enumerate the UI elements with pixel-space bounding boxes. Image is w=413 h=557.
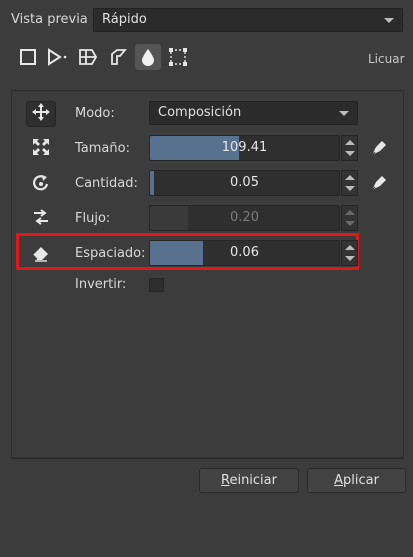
spacing-slider[interactable]: 0.06 <box>149 240 340 266</box>
size-spinner[interactable] <box>341 135 358 161</box>
size-label: Tamaño: <box>75 141 130 156</box>
flow-label: Flujo: <box>75 211 111 226</box>
rotate-icon <box>31 173 51 197</box>
chevron-down-icon <box>339 111 349 116</box>
amount-pressure-pen-icon[interactable] <box>368 171 390 193</box>
warp-transform-icon[interactable] <box>75 44 101 70</box>
spin-down-icon[interactable] <box>345 151 355 156</box>
offset-arrows-icon <box>31 207 51 231</box>
flow-slider: 0.20 <box>149 205 340 231</box>
amount-spinner[interactable] <box>341 170 358 196</box>
preview-mode-value: Rápido <box>102 12 147 27</box>
perspective-transform-icon[interactable] <box>105 44 131 70</box>
spin-up-icon[interactable] <box>345 175 355 180</box>
mode-value: Composición <box>158 105 242 120</box>
mesh-transform-icon[interactable] <box>165 44 191 70</box>
liquify-drop-icon[interactable] <box>135 44 161 70</box>
spin-up-icon[interactable] <box>345 245 355 250</box>
expand-arrows-icon <box>31 137 51 161</box>
cage-transform-icon[interactable] <box>44 44 70 70</box>
square-transform-icon[interactable] <box>15 44 41 70</box>
reset-button[interactable]: Reiniciar <box>199 468 299 493</box>
flow-spinner <box>341 205 358 231</box>
spin-down-icon <box>345 221 355 226</box>
preview-label: Vista previa <box>11 12 88 27</box>
flow-value: 0.20 <box>230 210 259 225</box>
spin-down-icon[interactable] <box>345 186 355 191</box>
size-slider[interactable]: 109.41 <box>149 135 340 161</box>
size-value: 109.41 <box>221 140 268 155</box>
invert-checkbox[interactable] <box>149 278 164 292</box>
spin-down-icon[interactable] <box>345 256 355 261</box>
invert-label: Invertir: <box>75 277 127 292</box>
scale-tool-button[interactable] <box>26 136 56 162</box>
undo-eraser-button[interactable] <box>26 241 56 267</box>
amount-value: 0.05 <box>230 175 259 190</box>
mode-label: Modo: <box>75 106 115 121</box>
mode-select[interactable]: Composición <box>149 101 358 125</box>
spacing-value: 0.06 <box>230 245 259 260</box>
apply-mnemonic: A <box>334 473 343 488</box>
amount-slider[interactable]: 0.05 <box>149 170 340 196</box>
spin-up-icon <box>345 210 355 215</box>
eraser-icon <box>30 242 52 266</box>
amount-label: Cantidad: <box>75 176 138 191</box>
footer-divider <box>11 458 404 459</box>
spacing-spinner[interactable] <box>341 240 358 266</box>
apply-label: plicar <box>342 473 379 488</box>
spin-up-icon[interactable] <box>345 140 355 145</box>
apply-button[interactable]: Aplicar <box>307 468 406 493</box>
move-arrows-icon <box>31 102 51 126</box>
spacing-label: Espaciado: <box>75 246 146 261</box>
size-pressure-pen-icon[interactable] <box>368 136 390 158</box>
reset-label: einiciar <box>229 473 277 488</box>
move-tool-button[interactable] <box>26 101 56 127</box>
rotate-tool-button[interactable] <box>26 172 56 198</box>
liquify-title: Licuar <box>368 52 405 66</box>
chevron-down-icon <box>384 18 394 23</box>
preview-mode-select[interactable]: Rápido <box>93 8 403 32</box>
offset-tool-button[interactable] <box>26 206 56 232</box>
